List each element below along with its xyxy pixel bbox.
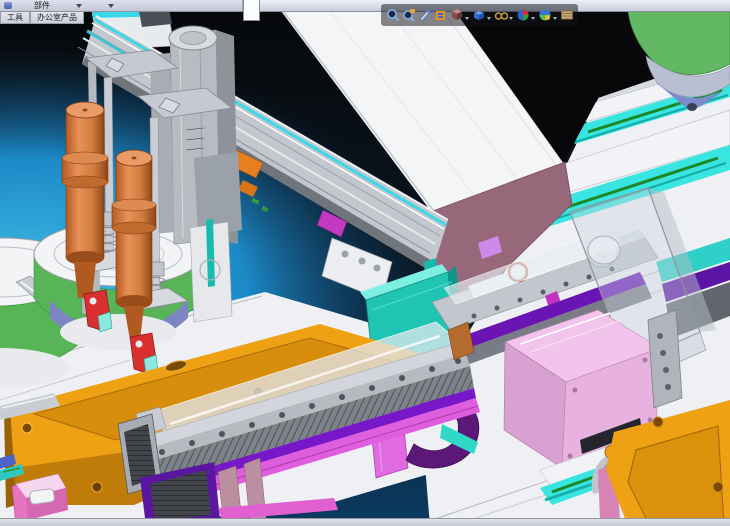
motor-mount-plate[interactable] [648,310,682,408]
tab-label: 工具 [7,12,23,23]
dropdown-caret-icon[interactable] [509,17,513,20]
hide-show-items-icon[interactable] [471,8,486,23]
commandmanager-tabs: 工具 办公室产品 [0,12,84,24]
display-style-icon[interactable] [449,8,464,23]
viewport-3d[interactable] [0,0,730,526]
dropdown-caret-icon[interactable] [487,17,491,20]
status-bar [0,518,730,526]
dropdown-caret-icon[interactable] [531,17,535,20]
command-group[interactable]: 部件 [0,0,243,11]
heads-up-view-toolbar [381,4,578,26]
scene-panel-icon[interactable] [559,8,574,23]
section-view-icon[interactable] [417,8,432,23]
dropdown-caret-icon[interactable] [465,17,469,20]
dropdown-caret-icon[interactable] [553,17,557,20]
command-group-label[interactable]: 部件 [34,1,50,10]
dropdown-caret-icon[interactable] [76,4,82,8]
tab-tools[interactable]: 工具 [0,12,30,24]
apply-scene-icon[interactable] [515,8,530,23]
view-settings-icon[interactable] [537,8,552,23]
dropdown-caret-icon[interactable] [108,4,114,8]
tab-label: 办公室产品 [37,12,77,23]
command-icon [4,2,12,9]
commandmanager-bar: 部件 [0,0,730,12]
toolbar-notch [243,0,260,21]
zoom-to-area-icon[interactable] [401,8,416,23]
view-orientation-icon[interactable] [433,8,448,23]
tab-office-products[interactable]: 办公室产品 [30,12,84,24]
edit-appearance-icon[interactable] [493,8,508,23]
solidworks-window: 部件 工具 办公室产品 [0,0,730,526]
zoom-to-fit-icon[interactable] [385,8,400,23]
